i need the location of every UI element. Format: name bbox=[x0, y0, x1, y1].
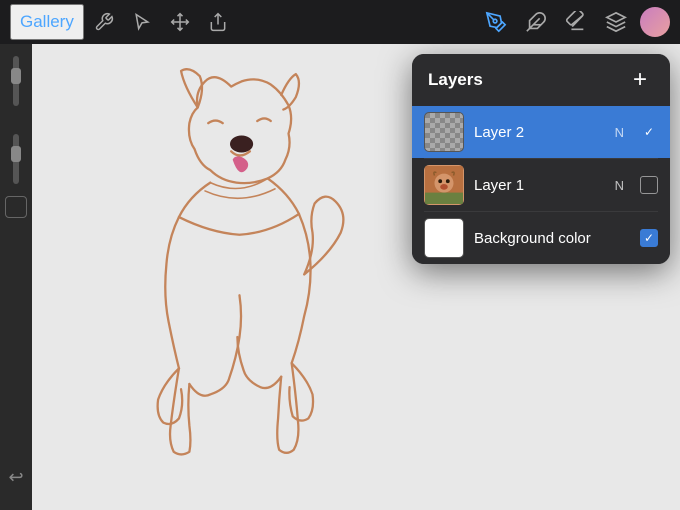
layers-panel: Layers + Layer 2 N bbox=[412, 54, 670, 264]
opacity-slider[interactable] bbox=[13, 134, 19, 184]
toolbar-right-icons bbox=[480, 6, 670, 38]
background-name: Background color bbox=[474, 230, 630, 247]
layer2-mode: N bbox=[615, 125, 624, 140]
canvas-area: ↩ bbox=[0, 44, 680, 510]
layers-caret bbox=[594, 54, 610, 55]
transform-icon[interactable] bbox=[164, 6, 196, 38]
brush-size-slider[interactable] bbox=[13, 56, 19, 106]
sidebar-square-btn[interactable] bbox=[5, 196, 27, 218]
gallery-label: Gallery bbox=[20, 12, 74, 32]
background-thumbnail bbox=[424, 218, 464, 258]
eraser-icon[interactable] bbox=[560, 6, 592, 38]
layer-item-background[interactable]: Background color bbox=[412, 212, 670, 264]
layer1-thumbnail bbox=[424, 165, 464, 205]
wrench-icon[interactable] bbox=[88, 6, 120, 38]
layer2-name: Layer 2 bbox=[474, 124, 605, 141]
layers-icon-btn[interactable] bbox=[600, 6, 632, 38]
share-icon[interactable] bbox=[202, 6, 234, 38]
smudge-icon[interactable] bbox=[520, 6, 552, 38]
undo-button[interactable]: ↩ bbox=[8, 467, 23, 488]
cursor-icon[interactable] bbox=[126, 6, 158, 38]
left-sidebar: ↩ bbox=[0, 44, 32, 510]
layer-item-layer2[interactable]: Layer 2 N bbox=[412, 106, 670, 158]
background-visibility-checkbox[interactable] bbox=[640, 229, 658, 247]
layer2-thumbnail bbox=[424, 112, 464, 152]
dog-sketch bbox=[82, 44, 422, 504]
layers-add-button[interactable]: + bbox=[626, 66, 654, 94]
layers-header: Layers + bbox=[412, 54, 670, 106]
color-picker-icon[interactable] bbox=[640, 7, 670, 37]
layer2-visibility-checkbox[interactable] bbox=[640, 123, 658, 141]
gallery-button[interactable]: Gallery bbox=[10, 4, 84, 40]
layer1-visibility-checkbox[interactable] bbox=[640, 176, 658, 194]
toolbar-left-icons bbox=[88, 6, 234, 38]
layers-title: Layers bbox=[428, 70, 483, 90]
layer1-name: Layer 1 bbox=[474, 177, 605, 194]
pen-tool-icon[interactable] bbox=[480, 6, 512, 38]
layer-item-layer1[interactable]: Layer 1 N bbox=[412, 159, 670, 211]
toolbar: Gallery bbox=[0, 0, 680, 44]
layer1-mode: N bbox=[615, 178, 624, 193]
